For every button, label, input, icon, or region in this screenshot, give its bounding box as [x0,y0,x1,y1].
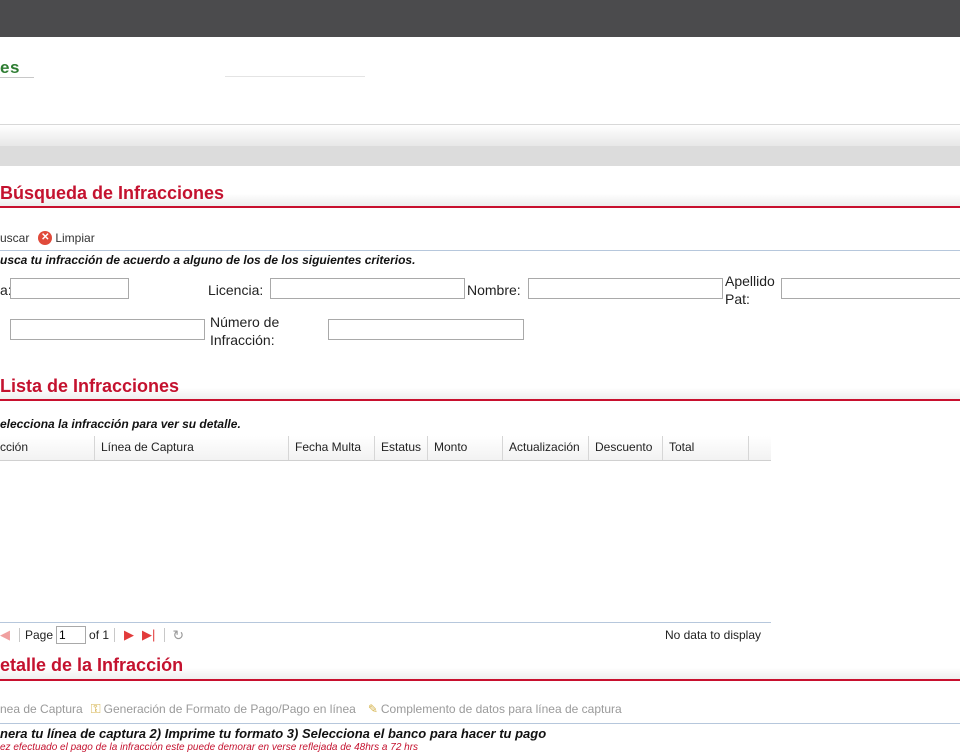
clear-button[interactable]: Limpiar [55,231,94,245]
detail-tabs: nea de Captura ⚿ Generación de Formato d… [0,700,622,718]
lastname-label: Apellido Pat: [725,272,775,308]
list-section-title: Lista de Infracciones [0,376,180,396]
search-button[interactable]: uscar [0,231,29,245]
lastname-input[interactable] [781,278,960,299]
brand-underline [0,77,34,78]
steps-instruction: nera tu línea de captura 2) Imprime tu f… [0,726,547,741]
tab-data-complement[interactable]: Complemento de datos para línea de captu… [381,702,622,716]
detail-section-title: etalle de la Infracción [0,655,184,675]
top-bar [0,0,960,37]
column-header-status[interactable]: Estatus [375,436,428,460]
prev-page-icon[interactable]: ◀ [0,627,10,643]
column-header-total[interactable]: Total [663,436,749,460]
lastname-label-line1: Apellido [725,273,775,289]
column-header-discount[interactable]: Descuento [589,436,663,460]
payment-warning: ez efectuado el pago de la infracción es… [0,742,419,753]
tab-capture-line[interactable]: nea de Captura [0,702,83,716]
clear-icon[interactable]: ✕ [38,231,53,245]
pager-separator [19,628,20,642]
pager: ◀ Page of 1 ▶ ▶| ↻ No data to display [0,625,771,645]
pager-separator [164,628,166,642]
key-icon: ⚿ [90,701,101,716]
submenu-bar [0,146,960,166]
pager-separator [114,628,116,642]
name-input[interactable] [528,278,723,299]
search-toolbar: uscar ✕ Limpiar [0,228,95,248]
header-divider [225,76,365,77]
column-header-update[interactable]: Actualización [503,436,589,460]
license-input[interactable] [270,278,465,299]
column-header-date[interactable]: Fecha Multa [289,436,375,460]
column-header-infraction[interactable]: cción [0,436,95,460]
infraction-number-input[interactable] [328,319,524,340]
menu-bar [0,124,960,147]
tab-payment-format[interactable]: Generación de Formato de Pago/Pago en lí… [104,702,356,716]
name-label: Nombre: [467,282,521,298]
first-field-input[interactable] [10,278,129,299]
brand-title: es [0,58,20,77]
refresh-icon[interactable]: ↻ [172,627,184,644]
infraction-number-label-line2: Infracción: [210,332,275,348]
search-instruction: usca tu infracción de acuerdo a alguno d… [0,253,416,267]
tabs-divider [0,723,960,724]
list-instruction: elecciona la infracción para ver su deta… [0,417,241,431]
grid-body [0,460,771,623]
page-label: Page [25,628,54,642]
search-section-title: Búsqueda de Infracciones [0,183,225,203]
license-label: Licencia: [208,282,264,298]
column-header-amount[interactable]: Monto [428,436,503,460]
column-header-capture-line[interactable]: Línea de Captura [95,436,289,460]
infraction-number-label: Número de Infracción: [210,313,279,349]
pencil-icon: ✎ [367,702,378,716]
last-page-icon[interactable]: ▶| [142,627,155,643]
infraction-number-label-line1: Número de [210,314,280,330]
toolbar-divider [0,250,960,251]
next-page-icon[interactable]: ▶ [124,627,134,643]
page-count-label: of 1 [89,628,110,642]
second-row-input[interactable] [10,319,205,340]
page-number-input[interactable] [56,626,87,644]
list-section-rule [0,399,960,401]
lastname-label-line2: Pat: [725,291,750,307]
grid-header: cción Línea de Captura Fecha Multa Estat… [0,436,771,461]
search-section-rule [0,206,960,208]
detail-section-rule [0,679,960,681]
empty-message: No data to display [664,628,761,642]
